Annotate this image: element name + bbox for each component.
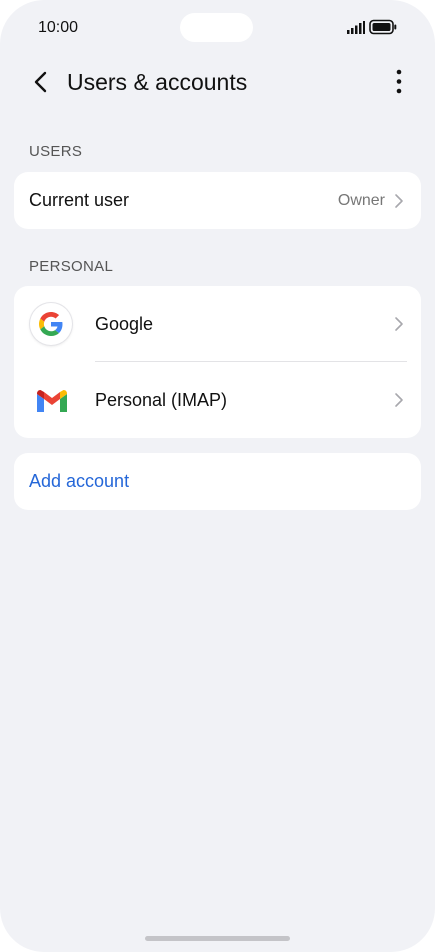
battery-icon bbox=[369, 19, 397, 35]
add-account-button[interactable]: Add account bbox=[14, 453, 421, 510]
back-arrow-icon bbox=[34, 71, 47, 93]
personal-section-heading: PERSONAL bbox=[29, 258, 114, 275]
status-time: 10:00 bbox=[38, 19, 79, 36]
personal-accounts-card: Google Personal (IMAP) bbox=[14, 286, 421, 438]
more-options-button[interactable] bbox=[388, 66, 412, 98]
page-title: Users & accounts bbox=[67, 69, 248, 95]
current-user-value: Owner bbox=[337, 192, 385, 209]
home-indicator[interactable] bbox=[145, 936, 290, 941]
signal-icon bbox=[347, 21, 365, 34]
current-user-row[interactable]: Current user Owner bbox=[14, 172, 421, 229]
users-section-heading: USERS bbox=[29, 143, 83, 160]
account-label-google: Google bbox=[95, 314, 154, 334]
camera-island bbox=[180, 13, 253, 42]
more-vertical-icon bbox=[396, 69, 402, 94]
chevron-right-icon bbox=[395, 317, 403, 331]
account-row-imap[interactable]: Personal (IMAP) bbox=[14, 362, 421, 438]
back-button[interactable] bbox=[28, 66, 58, 98]
account-row-google[interactable]: Google bbox=[14, 286, 421, 362]
google-logo-icon bbox=[30, 303, 72, 345]
chevron-right-icon bbox=[395, 393, 403, 407]
account-label-imap: Personal (IMAP) bbox=[95, 390, 228, 410]
chevron-right-icon bbox=[395, 194, 403, 208]
add-account-label: Add account bbox=[29, 471, 130, 491]
phone-screen: 10:00 Users & accounts USERS Current use… bbox=[0, 0, 435, 952]
gmail-logo-icon bbox=[37, 390, 67, 412]
current-user-label: Current user bbox=[29, 190, 130, 210]
status-bar: 10:00 bbox=[0, 0, 435, 56]
